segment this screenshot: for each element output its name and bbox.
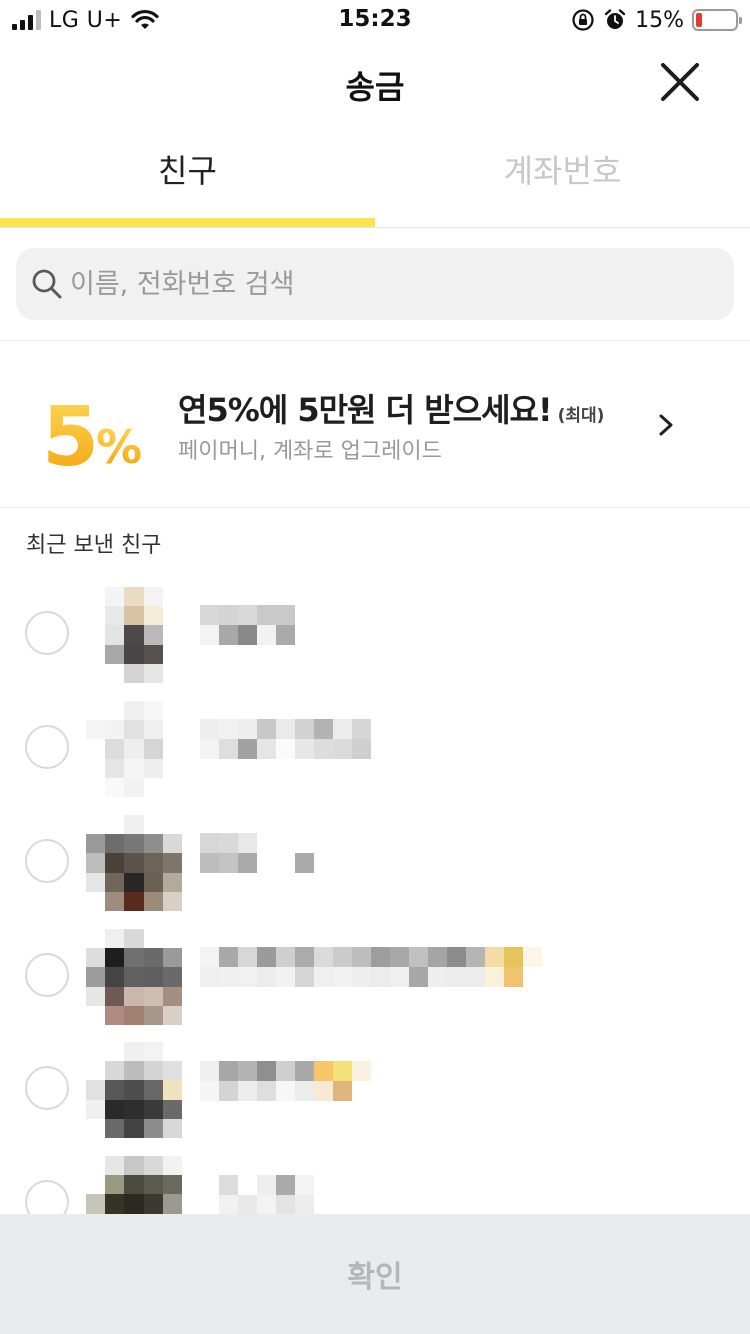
battery-icon xyxy=(692,9,742,31)
rotation-lock-icon xyxy=(572,9,594,31)
status-bar: LG U+ 15:23 15% xyxy=(0,0,750,40)
friend-row[interactable] xyxy=(0,1042,750,1156)
chevron-right-icon xyxy=(659,414,673,436)
close-icon xyxy=(661,63,699,101)
friend-row[interactable] xyxy=(0,701,750,815)
battery-percent: 15% xyxy=(635,7,684,33)
select-radio-button[interactable] xyxy=(25,839,69,883)
friend-avatar xyxy=(86,1042,182,1138)
search-box[interactable] xyxy=(16,248,734,320)
battery-level xyxy=(696,13,702,27)
section-title-recent-friends: 최근 보낸 친구 xyxy=(26,533,162,558)
friend-avatar xyxy=(86,587,182,683)
friend-name-blurred xyxy=(200,719,371,759)
friend-avatar xyxy=(86,815,182,911)
promo-banner[interactable]: 5 % 연5%에 5만원 더 받으세요! (최대) 페이머니, 계좌로 업그레이드 xyxy=(0,341,750,507)
search-input[interactable] xyxy=(70,268,690,300)
header: 송금 xyxy=(0,40,750,126)
select-radio-button[interactable] xyxy=(25,611,69,655)
confirm-label: 확인 xyxy=(347,1260,403,1295)
promo-5-percent-badge: 5 % xyxy=(42,390,142,477)
divider xyxy=(0,507,750,508)
tab-account-number[interactable]: 계좌번호 xyxy=(375,126,750,227)
close-button[interactable] xyxy=(656,58,704,106)
friend-row[interactable] xyxy=(0,587,750,701)
active-tab-indicator xyxy=(0,218,375,227)
promo-title: 연5%에 5만원 더 받으세요! (최대) xyxy=(178,385,604,431)
friend-name-blurred xyxy=(200,947,542,987)
confirm-button[interactable]: 확인 xyxy=(0,1214,750,1334)
promo-badge-number: 5 xyxy=(42,390,99,477)
tab-bar: 친구 계좌번호 xyxy=(0,126,750,228)
friend-name-blurred xyxy=(200,1175,314,1215)
promo-subtitle: 페이머니, 계좌로 업그레이드 xyxy=(178,439,442,464)
friend-avatar xyxy=(86,929,182,1025)
select-radio-button[interactable] xyxy=(25,953,69,997)
friend-name-blurred xyxy=(200,1061,371,1101)
select-radio-button[interactable] xyxy=(25,725,69,769)
tab-friends[interactable]: 친구 xyxy=(0,126,375,227)
promo-title-text: 연5%에 5만원 더 받으세요! xyxy=(178,391,553,429)
status-bar-right: 15% xyxy=(571,6,742,34)
promo-title-suffix: (최대) xyxy=(557,406,605,426)
friend-row[interactable] xyxy=(0,929,750,1043)
promo-badge-percent: % xyxy=(96,420,142,474)
friend-name-blurred xyxy=(200,605,295,645)
alarm-icon xyxy=(604,9,626,29)
search-icon xyxy=(32,269,62,299)
friend-row[interactable] xyxy=(0,815,750,929)
friend-avatar xyxy=(86,701,182,797)
select-radio-button[interactable] xyxy=(25,1066,69,1110)
friend-name-blurred xyxy=(200,833,314,873)
page-title: 송금 xyxy=(345,68,405,106)
